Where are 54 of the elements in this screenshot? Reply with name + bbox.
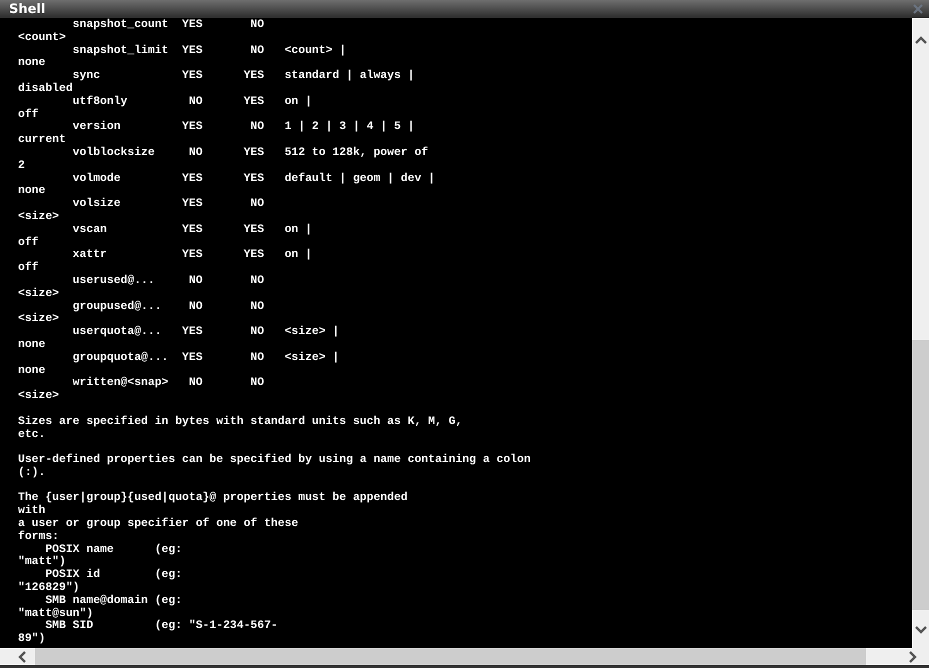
terminal-line: sync YES YES standard | always |: [72, 70, 416, 83]
terminal-line: <size>: [18, 313, 60, 326]
terminal-line: groupused@... NO NO: [72, 300, 266, 314]
terminal-line: 89"): [18, 633, 46, 646]
terminal-line: xattr YES YES on |: [72, 249, 313, 262]
terminal-line: off: [18, 108, 40, 122]
chevron-right-icon[interactable]: [909, 650, 917, 662]
terminal-line: version YES NO 1 | 2 | 3 | 4 | 5 |: [72, 121, 416, 134]
chevron-left-icon[interactable]: [18, 650, 26, 662]
terminal-line: "matt"): [18, 556, 67, 569]
terminal-line: volsize YES NO: [72, 198, 266, 211]
terminal-line: POSIX name (eg:: [45, 544, 184, 556]
terminal-line: none: [18, 338, 46, 352]
terminal-line: off: [18, 236, 40, 250]
close-icon[interactable]: [913, 4, 923, 14]
terminal-line: groupquota@... YES NO <size> |: [72, 352, 340, 365]
terminal-line: volmode YES YES default | geom | dev |: [72, 172, 436, 186]
terminal-line: The {user|group}{used|quota}@ properties must be appended: [18, 492, 409, 504]
terminal-line: User-defined properties can be specified by using a name containing a colon: [18, 454, 532, 466]
terminal-line: Sizes are specified in bytes with standard units such as K, M, G,: [18, 416, 464, 428]
terminal-line: (:).: [18, 466, 46, 480]
terminal-line: 2: [18, 160, 26, 173]
terminal-line: <size>: [18, 288, 60, 301]
terminal-line: snapshot_count YES NO: [72, 19, 266, 32]
terminal-line: current: [18, 134, 67, 147]
terminal-line: <count>: [18, 32, 67, 45]
terminal-line: "matt@sun"): [18, 608, 94, 620]
terminal-line: userused@... NO NO: [72, 274, 266, 288]
terminal-line: written@<snap> NO NO: [72, 377, 266, 390]
vertical-scrollbar[interactable]: [912, 18, 929, 648]
terminal-line: SMB SID (eg: "S-1-234-567-: [44, 620, 279, 634]
terminal-line: <size>: [18, 390, 60, 403]
terminal-line: snapshot_limit YES NO <count> |: [72, 44, 348, 58]
terminal-line: a user or group specifier of one of these: [18, 518, 300, 530]
terminal-line: disabled: [18, 82, 73, 96]
window-title: Shell: [9, 2, 46, 16]
chevron-down-icon[interactable]: [914, 626, 926, 634]
terminal-line: none: [18, 364, 46, 378]
terminal-line: vscan YES YES on |: [72, 224, 313, 237]
terminal-line: off: [18, 262, 40, 275]
terminal-line: forms:: [18, 530, 60, 544]
terminal-line: volblocksize NO YES 512 to 128k, power of: [72, 146, 430, 160]
terminal-line: utf8only NO YES on |: [72, 96, 313, 109]
terminal-line: <size>: [18, 210, 60, 224]
terminal-line: "126829"): [18, 582, 81, 594]
terminal-line: SMB name@domain (eg:: [44, 594, 184, 608]
terminal-line: userquota@... YES NO <size> |: [72, 326, 340, 339]
scroll-thumb[interactable]: [912, 340, 929, 610]
terminal-line: none: [18, 57, 46, 70]
chevron-up-icon[interactable]: [914, 36, 926, 44]
terminal-line: POSIX id (eg:: [44, 569, 184, 582]
terminal-line: with: [18, 505, 46, 518]
terminal-line: etc.: [18, 428, 46, 442]
terminal-line: none: [18, 185, 46, 198]
